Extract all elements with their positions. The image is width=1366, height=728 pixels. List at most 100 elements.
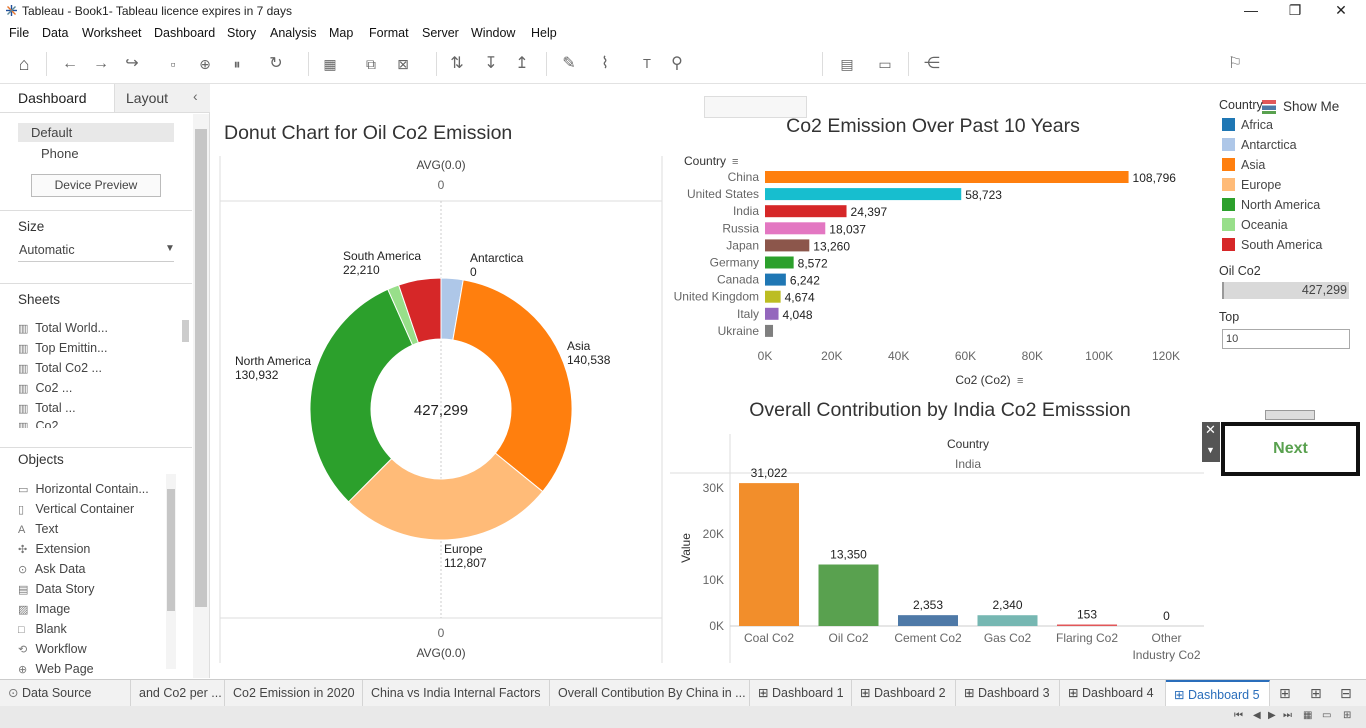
bar-india[interactable]: [765, 205, 847, 218]
share-icon[interactable]: ⋲: [921, 53, 943, 75]
chevron-down-icon[interactable]: ▼: [165, 243, 175, 254]
new-story-tab-icon[interactable]: ⊟: [1340, 685, 1352, 702]
bar-russia[interactable]: [765, 222, 826, 235]
menu-file[interactable]: File: [9, 26, 29, 40]
remove-icon[interactable]: ✕: [1205, 422, 1216, 438]
highlight-icon[interactable]: ✎: [558, 53, 580, 75]
sheet-item[interactable]: ▥ Co2: [18, 420, 58, 428]
tab-dashboard-4[interactable]: ⊞ Dashboard 4: [1060, 680, 1166, 707]
sheet-item[interactable]: ▥ Top Emittin...: [18, 341, 108, 355]
tab-layout[interactable]: Layout: [126, 90, 168, 106]
show-me-button[interactable]: Show Me: [1283, 99, 1339, 114]
top-parameter-input[interactable]: 10: [1222, 329, 1350, 349]
more-options-icon[interactable]: ▼: [1206, 445, 1215, 455]
sort-ascending-icon[interactable]: ↧: [480, 53, 502, 75]
bar-cement-co2[interactable]: [898, 615, 958, 626]
menu-analysis[interactable]: Analysis: [270, 26, 317, 40]
new-dashboard-tab-icon[interactable]: ⊞: [1310, 685, 1322, 702]
previous-sheet-icon[interactable]: ◀: [1253, 710, 1261, 721]
pause-updates-icon[interactable]: ⏸: [226, 53, 248, 75]
sort-descending-icon[interactable]: ↥: [511, 53, 533, 75]
bar-coal-co2[interactable]: [739, 483, 799, 626]
objects-scrollbar-thumb[interactable]: [167, 489, 175, 611]
sheets-scrollbar[interactable]: [182, 320, 189, 342]
legend-item[interactable]: Oceania: [1222, 218, 1288, 232]
menu-data[interactable]: Data: [42, 26, 68, 40]
tab-dashboard-1[interactable]: ⊞ Dashboard 1: [750, 680, 852, 707]
object-web-page[interactable]: ⊕ Web Page: [18, 662, 94, 676]
new-datasource-icon[interactable]: ⊕: [194, 53, 216, 75]
tab-data-source[interactable]: ⊙ Data Source: [0, 680, 131, 707]
menu-format[interactable]: Format: [369, 26, 409, 40]
clear-sheet-icon[interactable]: ⊠: [392, 53, 414, 75]
last-sheet-icon[interactable]: ⏭: [1283, 710, 1292, 721]
legend-item[interactable]: Antarctica: [1222, 138, 1297, 152]
close-window-button[interactable]: ✕: [1326, 2, 1356, 19]
group-icon[interactable]: ⌇: [594, 53, 616, 75]
tab-dashboard-3[interactable]: ⊞ Dashboard 3: [956, 680, 1060, 707]
menu-map[interactable]: Map: [329, 26, 353, 40]
object-data-story[interactable]: ▤ Data Story: [18, 582, 95, 596]
sort-icon[interactable]: ≡: [1017, 375, 1023, 387]
menu-dashboard[interactable]: Dashboard: [154, 26, 215, 40]
object-ask-data[interactable]: ⊙ Ask Data: [18, 562, 86, 576]
legend-item[interactable]: South America: [1222, 238, 1322, 252]
tab-sheet[interactable]: Overall Contibution By China in ...: [550, 680, 750, 707]
replay-icon[interactable]: ↪: [121, 53, 143, 75]
undo-icon[interactable]: ←: [59, 53, 81, 75]
show-filmstrip-icon[interactable]: ▦: [1303, 710, 1312, 721]
minimize-button[interactable]: —: [1236, 2, 1266, 18]
menu-story[interactable]: Story: [227, 26, 256, 40]
tab-sheet[interactable]: Co2 Emission in 2020: [225, 680, 363, 707]
tab-dashboard-2[interactable]: ⊞ Dashboard 2: [852, 680, 956, 707]
sheet-sorter-icon[interactable]: ⊞: [1343, 710, 1351, 721]
bar-united-kingdom[interactable]: [765, 290, 781, 303]
sheet-item[interactable]: ▥ Co2 ...: [18, 381, 72, 395]
sheet-item[interactable]: ▥ Total ...: [18, 401, 76, 415]
next-button[interactable]: Next: [1221, 422, 1360, 476]
object-workflow[interactable]: ⟲ Workflow: [18, 642, 87, 656]
tab-dashboard[interactable]: Dashboard: [18, 90, 87, 106]
legend-item[interactable]: Africa: [1222, 118, 1273, 132]
bar-canada[interactable]: [765, 273, 786, 286]
donut-slice-asia[interactable]: [452, 279, 573, 493]
labels-icon[interactable]: T: [636, 53, 658, 75]
duplicate-icon[interactable]: ⧉: [360, 53, 382, 75]
save-icon[interactable]: ▫: [162, 53, 184, 75]
new-worksheet-icon[interactable]: ▦: [319, 53, 341, 75]
sheet-item[interactable]: ▥ Total World...: [18, 321, 108, 335]
home-icon[interactable]: ⌂: [13, 53, 35, 75]
menu-worksheet[interactable]: Worksheet: [82, 26, 142, 40]
object-image[interactable]: ▨ Image: [18, 602, 70, 616]
collapse-pane-icon[interactable]: ‹: [193, 88, 198, 104]
object-vertical-container[interactable]: ▯ Vertical Container: [18, 502, 134, 516]
bar-flaring-co2[interactable]: [1057, 624, 1117, 627]
object-blank[interactable]: □ Blank: [18, 622, 67, 636]
object-extension[interactable]: ✣ Extension: [18, 542, 90, 556]
new-worksheet-tab-icon[interactable]: ⊞: [1279, 685, 1291, 702]
container-handle[interactable]: [1265, 410, 1315, 420]
refresh-icon[interactable]: ↻: [265, 53, 287, 75]
device-phone[interactable]: Phone: [41, 146, 79, 161]
sort-icon[interactable]: ≡: [732, 156, 738, 168]
size-dropdown[interactable]: Automatic: [19, 243, 75, 257]
menu-window[interactable]: Window: [471, 26, 515, 40]
format-workbook-icon[interactable]: ⚐: [1224, 53, 1246, 75]
bar-ukraine[interactable]: [765, 324, 774, 337]
show-me-icon[interactable]: [1262, 100, 1276, 114]
device-preview-button[interactable]: Device Preview: [31, 174, 161, 197]
legend-item[interactable]: North America: [1222, 198, 1320, 212]
tab-sheet[interactable]: China vs India Internal Factors: [363, 680, 550, 707]
object-horizontal-container[interactable]: ▭ Horizontal Contain...: [18, 482, 149, 496]
bar-japan[interactable]: [765, 239, 810, 252]
bar-united-states[interactable]: [765, 188, 962, 201]
show-cards-icon[interactable]: ▤: [836, 53, 858, 75]
pin-icon[interactable]: ⚲: [666, 53, 688, 75]
menu-help[interactable]: Help: [531, 26, 557, 40]
bar-china[interactable]: [765, 171, 1129, 183]
redo-icon[interactable]: →: [90, 53, 112, 75]
bar-germany[interactable]: [765, 256, 794, 269]
sheet-item[interactable]: ▥ Total Co2 ...: [18, 361, 102, 375]
presentation-icon[interactable]: ▭: [874, 53, 896, 75]
pane-scrollbar-thumb[interactable]: [195, 129, 207, 607]
